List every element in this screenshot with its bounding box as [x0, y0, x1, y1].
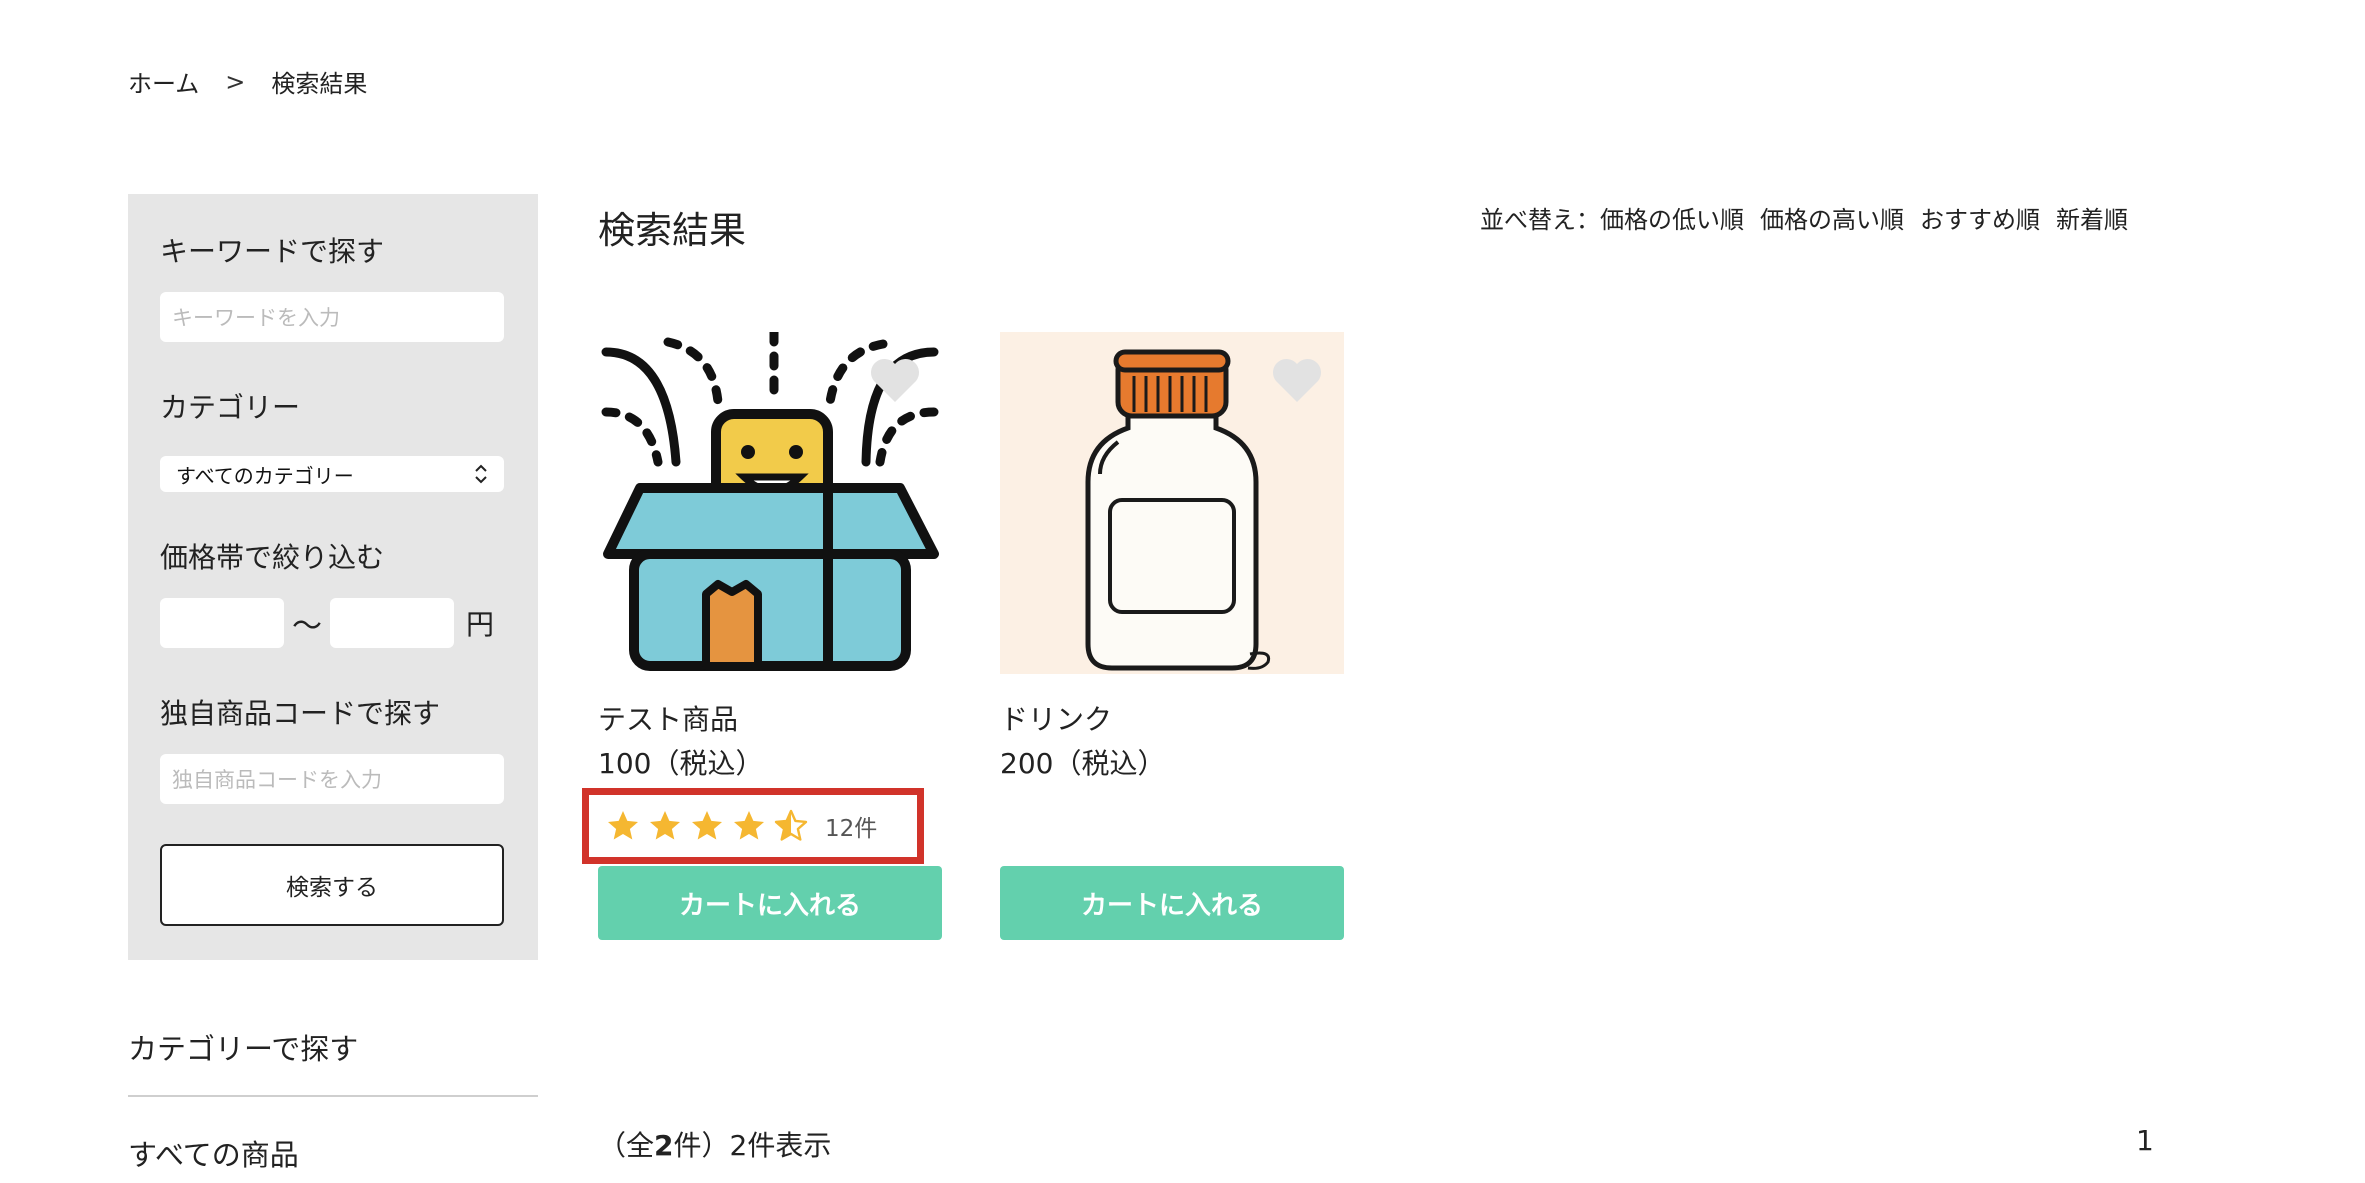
price-range-label: 価格帯で絞り込む	[160, 541, 385, 574]
category-label: カテゴリー	[160, 391, 301, 424]
category-nav-all-products[interactable]: すべての商品	[128, 1132, 299, 1174]
result-total: 2	[654, 1129, 674, 1162]
pagination-page-1[interactable]: 1	[2136, 1124, 2154, 1157]
breadcrumb-current: 検索結果	[271, 70, 368, 98]
price-unit: 円	[466, 608, 495, 641]
keyword-input[interactable]: キーワードを入力	[160, 292, 504, 342]
keyword-label: キーワードで探す	[160, 235, 385, 268]
sort-newest[interactable]: 新着順	[2056, 200, 2128, 235]
search-sidebar: キーワードで探す キーワードを入力 カテゴリー すべてのカテゴリー 価格帯で絞り…	[128, 194, 538, 960]
select-chevron-icon	[474, 463, 488, 485]
product-price: 100（税込）	[598, 747, 764, 780]
star-half-icon	[774, 809, 808, 841]
category-select-value: すべてのカテゴリー	[176, 463, 354, 488]
sort-prefix: 並べ替え：価格の低い順	[1480, 206, 1744, 234]
product-card: ドリンク 200（税込） カートに入れる	[1000, 332, 1344, 940]
favorite-heart-icon[interactable]	[868, 356, 922, 404]
product-code-input[interactable]: 独自商品コードを入力	[160, 754, 504, 804]
star-full-icon	[650, 811, 680, 840]
breadcrumb: ホーム > 検索結果	[128, 64, 367, 99]
favorite-heart-icon[interactable]	[1270, 356, 1324, 404]
category-select[interactable]: すべてのカテゴリー	[160, 456, 504, 492]
rating-summary[interactable]: 12件	[582, 788, 924, 864]
star-full-icon	[692, 811, 722, 840]
sort-price-low[interactable]: 価格の低い順	[1600, 206, 1744, 234]
sort-price-high[interactable]: 価格の高い順	[1760, 200, 1904, 235]
result-summary: （全2件）2件表示	[598, 1129, 832, 1162]
sort-recommended[interactable]: おすすめ順	[1920, 200, 2040, 235]
product-card: テスト商品 100（税込） カートに入れる	[598, 327, 942, 940]
breadcrumb-home-link[interactable]: ホーム	[128, 64, 199, 99]
product-code-label: 独自商品コードで探す	[160, 697, 441, 730]
star-full-icon	[608, 811, 638, 840]
price-min-input[interactable]	[160, 598, 284, 648]
sort-options: 並べ替え：価格の低い順 価格の高い順 おすすめ順 新着順	[1480, 200, 2128, 235]
add-to-cart-button[interactable]: カートに入れる	[1000, 866, 1344, 940]
product-name[interactable]: ドリンク	[1000, 698, 1112, 738]
review-count: 12件	[825, 816, 878, 842]
search-button[interactable]: 検索する	[160, 844, 504, 926]
breadcrumb-separator: >	[225, 67, 246, 96]
page-title: 検索結果	[598, 209, 746, 252]
category-nav-title: カテゴリーで探す	[128, 1032, 359, 1066]
product-image[interactable]	[1000, 332, 1344, 674]
price-range-separator: 〜	[292, 609, 322, 644]
product-image[interactable]	[598, 327, 942, 674]
category-nav-divider	[128, 1095, 538, 1097]
product-name[interactable]: テスト商品	[598, 698, 738, 738]
product-price: 200（税込）	[1000, 747, 1166, 780]
add-to-cart-button[interactable]: カートに入れる	[598, 866, 942, 940]
star-full-icon	[734, 811, 764, 840]
price-range-row: 〜 円	[160, 598, 494, 648]
price-max-input[interactable]	[330, 598, 454, 648]
